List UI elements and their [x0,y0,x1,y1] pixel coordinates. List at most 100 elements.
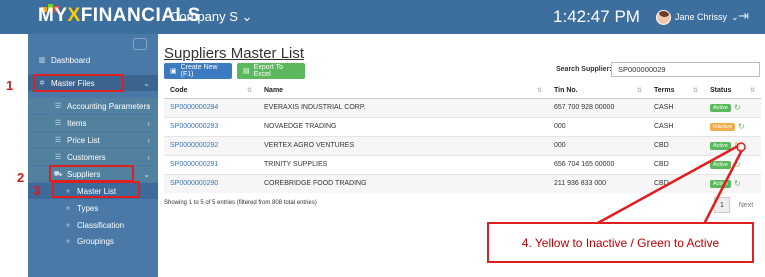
chevron-left-icon: ‹ [147,135,150,145]
refresh-icon[interactable]: ↻ [734,103,741,112]
list-icon: ☰ [54,154,62,161]
supplier-tin: 000 [548,135,648,155]
column-header-code[interactable]: Code ⇅ [164,84,258,99]
status-badge: Active [710,141,731,150]
supplier-name: VERTEX AGRO VENTURES [258,135,548,155]
sidebar-item-types[interactable]: » Types [28,200,158,216]
chevron-down-icon: ⌄ [143,169,150,179]
supplier-name: EVERAXIS INDUSTRIAL CORP. [258,97,548,117]
sidebar-item-price-list[interactable]: ☰ Price List ‹ [28,132,158,148]
supplier-tin: 656 704 165 00000 [548,154,648,174]
status-cell: Inactive ↻ [704,116,761,136]
chevron-down-icon: ⌄ [241,9,253,24]
sidebar-item-classification[interactable]: » Classification [28,217,158,233]
entries-info: Showing 1 to 5 of 5 entries (filtered fr… [164,200,317,206]
table-row[interactable]: SP0000000290 COREBRIDGE FOOD TRADING 211… [164,173,761,193]
user-name: Jane Chrissy [675,12,728,22]
status-cell: Active ↻ [704,173,761,193]
supplier-terms: CASH [648,116,704,136]
supplier-name: NOVAEDGE TRADING [258,116,548,136]
refresh-icon[interactable]: ↻ [738,122,745,131]
pagination-next[interactable]: Next [735,197,757,213]
column-header-name[interactable]: Name ⇅ [258,84,548,99]
company-selector[interactable]: Company S ⌄ [170,9,252,25]
annotation-number-1: 1 [6,78,14,93]
avatar [656,9,671,25]
sidebar-item-items[interactable]: ☰ Items ‹ [28,115,158,131]
list-icon: ☰ [54,137,62,144]
double-chevron-icon: » [66,237,70,245]
annotation-number-2: 2 [17,170,25,185]
supplier-tin: 657 700 928 00000 [548,97,648,117]
sort-icon: ⇅ [246,88,252,94]
supplier-code-link[interactable]: SP0000000290 [164,173,258,193]
chevron-left-icon: ‹ [147,101,150,111]
refresh-icon[interactable]: ↻ [734,141,741,150]
status-cell: Active ↻ [704,154,761,174]
supplier-tin: 211 936 833 000 [548,173,648,193]
supplier-code-link[interactable]: SP0000000294 [164,97,258,117]
supplier-terms: CBD [648,154,704,174]
supplier-tin: 000 [548,116,648,136]
suppliers-table: Code ⇅ Name ⇅ Tin No. ⇅ Terms ⇅ Status ⇅ SP00… [164,84,761,193]
chevron-down-icon: ⌄ [143,78,150,88]
supplier-code-link[interactable]: SP0000000291 [164,154,258,174]
column-header-status[interactable]: Status ⇅ [704,84,761,99]
sort-icon: ⇅ [749,88,755,94]
chevron-left-icon: ‹ [147,152,150,162]
annotation-number-3: 3 [33,183,41,198]
supplier-terms: CASH [648,97,704,117]
user-menu[interactable]: Jane Chrissy ⌄ [656,9,739,25]
supplier-code-link[interactable]: SP0000000292 [164,135,258,155]
table-row[interactable]: SP0000000292 VERTEX AGRO VENTURES 000 CB… [164,135,761,155]
sort-icon: ⇅ [692,88,698,94]
list-icon: ☰ [54,103,62,110]
sort-icon: ⇅ [536,88,542,94]
supplier-terms: CBD [648,135,704,155]
status-badge: Active [710,160,731,169]
page-title: Suppliers Master List [164,45,305,62]
app-window: MYXFINANCIALS Company S ⌄ 1:42:47 PM Jan… [0,0,765,277]
refresh-icon[interactable]: ↻ [734,179,741,188]
sort-icon: ⇅ [636,88,642,94]
chevron-left-icon: ‹ [147,118,150,128]
double-chevron-icon: » [66,221,70,229]
logout-icon[interactable]: ⇥ [738,9,752,23]
new-document-icon: ▣ [170,68,177,75]
search-label: Search Supplier: [556,66,612,73]
search-input[interactable] [611,62,760,77]
sidebar-item-groupings[interactable]: » Groupings [28,233,158,249]
refresh-icon[interactable]: ↻ [734,160,741,169]
supplier-terms: CBD [648,173,704,193]
excel-icon: ▤ [243,68,250,75]
sidebar-item-customers[interactable]: ☰ Customers ‹ [28,149,158,165]
column-header-tin[interactable]: Tin No. ⇅ [548,84,648,99]
status-badge: Active [710,103,731,112]
annotation-box-master-files [33,74,124,92]
table-row[interactable]: SP0000000291 TRINITY SUPPLIES 656 704 16… [164,154,761,174]
clock: 1:42:47 PM [553,7,640,26]
status-cell: Active ↻ [704,135,761,155]
table-row[interactable]: SP0000000293 NOVAEDGE TRADING 000 CASH I… [164,116,761,136]
chart-icon: ▥ [38,57,46,64]
column-header-terms[interactable]: Terms ⇅ [648,84,704,99]
annotation-box-master-list [52,181,140,198]
double-chevron-icon: » [66,204,70,212]
create-new-button[interactable]: ▣ Create New (F1) [164,63,232,79]
sidebar-item-dashboard[interactable]: ▥ Dashboard [28,52,158,68]
list-icon: ☰ [54,120,62,127]
top-bar: MYXFINANCIALS Company S ⌄ 1:42:47 PM Jan… [0,0,765,34]
supplier-name: COREBRIDGE FOOD TRADING [258,173,548,193]
pagination-page-1[interactable]: 1 [714,197,730,213]
annotation-callout: 4. Yellow to Inactive / Green to Active [487,222,754,263]
status-badge: Inactive [710,122,735,131]
status-badge: Active [710,179,731,188]
table-row[interactable]: SP0000000294 EVERAXIS INDUSTRIAL CORP. 6… [164,97,761,117]
export-excel-button[interactable]: ▤ Export To Excel [237,63,305,79]
status-cell: Active ↻ [704,97,761,117]
sidebar-item-accounting-parameters[interactable]: ☰ Accounting Parameters ‹ [28,98,158,114]
supplier-code-link[interactable]: SP0000000293 [164,116,258,136]
sidebar-toggle[interactable] [133,38,147,50]
annotation-box-suppliers [49,165,134,182]
supplier-name: TRINITY SUPPLIES [258,154,548,174]
